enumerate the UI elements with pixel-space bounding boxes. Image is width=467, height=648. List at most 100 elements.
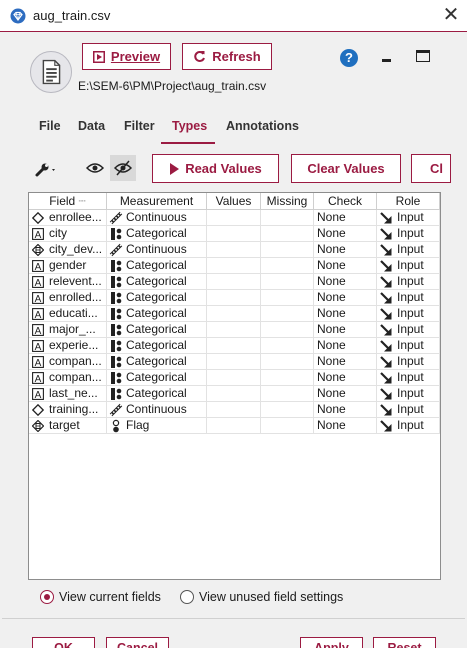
field-cell[interactable]: training...: [29, 402, 107, 418]
field-cell[interactable]: Acompan...: [29, 354, 107, 370]
values-cell[interactable]: [207, 386, 261, 402]
wrench-menu-icon[interactable]: [34, 162, 60, 178]
check-cell[interactable]: None: [314, 418, 377, 434]
ok-button[interactable]: OK: [32, 637, 95, 648]
missing-cell[interactable]: [261, 354, 314, 370]
tab-filter[interactable]: Filter: [124, 119, 155, 133]
role-cell[interactable]: Input: [377, 290, 440, 306]
field-cell[interactable]: Alast_ne...: [29, 386, 107, 402]
values-cell[interactable]: [207, 274, 261, 290]
view-current-fields-radio[interactable]: [40, 590, 54, 604]
tab-types[interactable]: Types: [172, 119, 207, 133]
measurement-cell[interactable]: Categorical: [107, 306, 207, 322]
missing-cell[interactable]: [261, 306, 314, 322]
measurement-cell[interactable]: Continuous: [107, 210, 207, 226]
values-cell[interactable]: [207, 322, 261, 338]
role-cell[interactable]: Input: [377, 370, 440, 386]
field-cell[interactable]: Amajor_...: [29, 322, 107, 338]
role-cell[interactable]: Input: [377, 226, 440, 242]
values-cell[interactable]: [207, 226, 261, 242]
check-cell[interactable]: None: [314, 338, 377, 354]
values-cell[interactable]: [207, 210, 261, 226]
view-current-fields-option[interactable]: View current fields: [40, 590, 161, 604]
read-values-button[interactable]: Read Values: [152, 154, 279, 183]
missing-cell[interactable]: [261, 226, 314, 242]
table-row[interactable]: Agender Categorical None Input: [29, 258, 440, 274]
measurement-cell[interactable]: Continuous: [107, 402, 207, 418]
refresh-button[interactable]: Refresh: [182, 43, 272, 70]
measurement-cell[interactable]: Flag: [107, 418, 207, 434]
check-cell[interactable]: None: [314, 386, 377, 402]
role-cell[interactable]: Input: [377, 402, 440, 418]
missing-cell[interactable]: [261, 322, 314, 338]
table-row[interactable]: city_dev... Continuous None Input: [29, 242, 440, 258]
column-header-values[interactable]: Values: [207, 193, 261, 210]
show-fields-eye-icon[interactable]: [82, 155, 108, 181]
table-row[interactable]: Acompan... Categorical None Input: [29, 370, 440, 386]
missing-cell[interactable]: [261, 338, 314, 354]
field-cell[interactable]: Aenrolled...: [29, 290, 107, 306]
table-row[interactable]: target Flag None Input: [29, 418, 440, 434]
column-header-measurement[interactable]: Measurement: [107, 193, 207, 210]
check-cell[interactable]: None: [314, 354, 377, 370]
table-row[interactable]: Aeducati... Categorical None Input: [29, 306, 440, 322]
check-cell[interactable]: None: [314, 290, 377, 306]
field-cell[interactable]: target: [29, 418, 107, 434]
tab-data[interactable]: Data: [78, 119, 105, 133]
minimize-icon[interactable]: [382, 59, 391, 62]
preview-button[interactable]: Preview: [82, 43, 171, 70]
check-cell[interactable]: None: [314, 306, 377, 322]
table-row[interactable]: Acity Categorical None Input: [29, 226, 440, 242]
tab-annotations[interactable]: Annotations: [226, 119, 299, 133]
column-header-missing[interactable]: Missing: [261, 193, 314, 210]
field-cell[interactable]: Agender: [29, 258, 107, 274]
check-cell[interactable]: None: [314, 242, 377, 258]
missing-cell[interactable]: [261, 210, 314, 226]
measurement-cell[interactable]: Categorical: [107, 370, 207, 386]
table-row[interactable]: enrollee... Continuous None Input: [29, 210, 440, 226]
column-header-check[interactable]: Check: [314, 193, 377, 210]
role-cell[interactable]: Input: [377, 274, 440, 290]
table-row[interactable]: training... Continuous None Input: [29, 402, 440, 418]
close-window-button[interactable]: ✕: [440, 4, 462, 26]
field-cell[interactable]: Arelevent...: [29, 274, 107, 290]
field-cell[interactable]: Aeducati...: [29, 306, 107, 322]
apply-button[interactable]: Apply: [300, 637, 363, 648]
measurement-cell[interactable]: Categorical: [107, 338, 207, 354]
values-cell[interactable]: [207, 258, 261, 274]
role-cell[interactable]: Input: [377, 354, 440, 370]
measurement-cell[interactable]: Categorical: [107, 386, 207, 402]
role-cell[interactable]: Input: [377, 258, 440, 274]
values-cell[interactable]: [207, 418, 261, 434]
check-cell[interactable]: None: [314, 226, 377, 242]
values-cell[interactable]: [207, 354, 261, 370]
role-cell[interactable]: Input: [377, 306, 440, 322]
check-cell[interactable]: None: [314, 370, 377, 386]
measurement-cell[interactable]: Categorical: [107, 290, 207, 306]
check-cell[interactable]: None: [314, 274, 377, 290]
values-cell[interactable]: [207, 242, 261, 258]
measurement-cell[interactable]: Categorical: [107, 258, 207, 274]
role-cell[interactable]: Input: [377, 386, 440, 402]
missing-cell[interactable]: [261, 370, 314, 386]
field-cell[interactable]: Acompan...: [29, 370, 107, 386]
table-row[interactable]: Aexperie... Categorical None Input: [29, 338, 440, 354]
cancel-button[interactable]: Cancel: [106, 637, 169, 648]
missing-cell[interactable]: [261, 274, 314, 290]
missing-cell[interactable]: [261, 386, 314, 402]
role-cell[interactable]: Input: [377, 210, 440, 226]
table-row[interactable]: Alast_ne... Categorical None Input: [29, 386, 440, 402]
role-cell[interactable]: Input: [377, 418, 440, 434]
field-cell[interactable]: city_dev...: [29, 242, 107, 258]
role-cell[interactable]: Input: [377, 242, 440, 258]
clear-values-button[interactable]: Clear Values: [291, 154, 401, 183]
column-header-field[interactable]: Field ┄: [29, 193, 107, 210]
values-cell[interactable]: [207, 290, 261, 306]
measurement-cell[interactable]: Categorical: [107, 354, 207, 370]
missing-cell[interactable]: [261, 242, 314, 258]
measurement-cell[interactable]: Continuous: [107, 242, 207, 258]
values-cell[interactable]: [207, 338, 261, 354]
values-cell[interactable]: [207, 402, 261, 418]
clear-all-values-button[interactable]: Cl: [411, 154, 451, 183]
field-cell[interactable]: Aexperie...: [29, 338, 107, 354]
